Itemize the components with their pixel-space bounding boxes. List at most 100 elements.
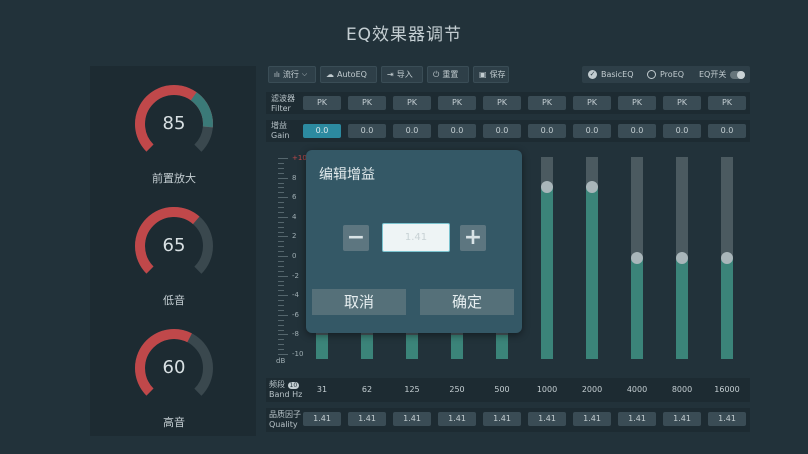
gain-cell[interactable]: 0.0 [348,124,386,138]
band-frequency: 62 [361,385,373,394]
scale-tick [278,221,284,223]
db-unit-label: dB [276,357,286,365]
band-slider-fill [721,258,733,359]
quality-cell[interactable]: 1.41 [618,412,656,426]
filter-cell[interactable]: PK [303,96,341,110]
chevron-down-icon: ⌵ [301,70,308,78]
gain-cell[interactable]: 0.0 [483,124,521,138]
knob-value: 60 [162,357,186,378]
scale-tick [278,236,288,238]
band-slider-thumb[interactable] [721,252,733,264]
basiceq-radio[interactable]: ✓ BasicEQ [588,66,634,83]
band-slider-fill [361,335,373,359]
gain-cell[interactable]: 0.0 [303,124,341,138]
scale-tick [278,314,288,316]
filter-cell[interactable]: PK [483,96,521,110]
gain-row-label: 增益 Gain [271,121,289,141]
gain-cell[interactable]: 0.0 [573,124,611,138]
proeq-radio[interactable]: ProEQ [647,66,684,83]
quality-cell[interactable]: 1.41 [393,412,431,426]
band-label-en: Band Hz [269,390,303,399]
scale-tick [278,158,288,159]
quality-cell[interactable]: 1.41 [663,412,701,426]
scale-tick [278,324,284,326]
scale-tick [278,295,288,297]
knob[interactable]: 60 [132,326,216,410]
gain-cell[interactable]: 0.0 [438,124,476,138]
scale-tick [278,349,284,351]
filter-cell[interactable]: PK [438,96,476,110]
knob-label: 前置放大 [152,172,196,185]
band-slider-fill [631,258,643,359]
preset-dropdown[interactable]: ılı 流行 ⌵ [268,66,316,83]
scale-tick [278,339,284,341]
gain-cell[interactable]: 0.0 [618,124,656,138]
import-label: 导入 [396,70,413,79]
equalizer-icon: ılı [274,70,280,79]
basiceq-label: BasicEQ [601,70,634,79]
scale-tick [278,354,288,355]
quality-cell[interactable]: 1.41 [348,412,386,426]
filter-cell[interactable]: PK [618,96,656,110]
cancel-button[interactable]: 取消 [312,289,406,315]
increment-button[interactable]: + [460,225,486,251]
toggle-switch[interactable] [730,70,746,79]
scale-label: 4 [292,212,297,221]
band-frequency: 125 [404,385,420,394]
band-slider-thumb[interactable] [586,181,598,193]
band-slider-thumb[interactable] [631,252,643,264]
quality-cell[interactable]: 1.41 [303,412,341,426]
gain-cell[interactable]: 0.0 [528,124,566,138]
scale-tick [278,300,284,302]
band-frequency: 500 [494,385,510,394]
filter-cell[interactable]: PK [348,96,386,110]
scale-tick [278,167,284,169]
filter-cell[interactable]: PK [708,96,746,110]
filter-cell[interactable]: PK [528,96,566,110]
scale-tick [278,202,284,204]
eq-switch[interactable]: EQ开关 [699,66,746,83]
band-slider-thumb[interactable] [676,252,688,264]
scale-tick [278,226,284,228]
scale-tick [278,309,284,311]
band-slider-fill [676,258,688,359]
filter-cell[interactable]: PK [663,96,701,110]
knob[interactable]: 85 [132,82,216,166]
filter-label-en: Filter [271,104,291,113]
scale-tick [278,197,288,199]
quality-cell[interactable]: 1.41 [573,412,611,426]
confirm-button[interactable]: 确定 [420,289,514,315]
filter-cell[interactable]: PK [573,96,611,110]
gain-label-en: Gain [271,131,290,140]
filter-cell[interactable]: PK [393,96,431,110]
gain-cell[interactable]: 0.0 [393,124,431,138]
band-slider-thumb[interactable] [541,181,553,193]
band-frequency: 250 [449,385,465,394]
gain-cell[interactable]: 0.0 [663,124,701,138]
scale-label: +10 [292,154,307,162]
gain-value-input[interactable]: 1.41 [382,223,450,252]
save-button[interactable]: ▣ 保存 [473,66,509,83]
scale-tick [278,172,284,174]
autoeq-button[interactable]: ☁ AutoEQ [320,66,377,83]
quality-cell[interactable]: 1.41 [528,412,566,426]
reset-button[interactable]: ⏻ 重置 [427,66,469,83]
scale-label: -4 [292,291,299,300]
gain-label-cn: 增益 [271,121,287,130]
scale-tick [278,246,284,248]
quality-cell[interactable]: 1.41 [438,412,476,426]
knob[interactable]: 65 [132,204,216,288]
import-button[interactable]: ⇥ 导入 [381,66,423,83]
band-slider-fill [496,335,508,359]
scale-tick [278,329,284,331]
quality-cell[interactable]: 1.41 [708,412,746,426]
gain-cell[interactable]: 0.0 [708,124,746,138]
scale-tick [278,211,284,213]
decrement-button[interactable]: − [343,225,369,251]
scale-label: -6 [292,310,299,319]
quality-label-en: Quality [269,420,298,429]
quality-cell[interactable]: 1.41 [483,412,521,426]
band-frequency: 2000 [581,385,603,394]
scale-tick [278,241,284,243]
scale-tick [278,275,288,277]
